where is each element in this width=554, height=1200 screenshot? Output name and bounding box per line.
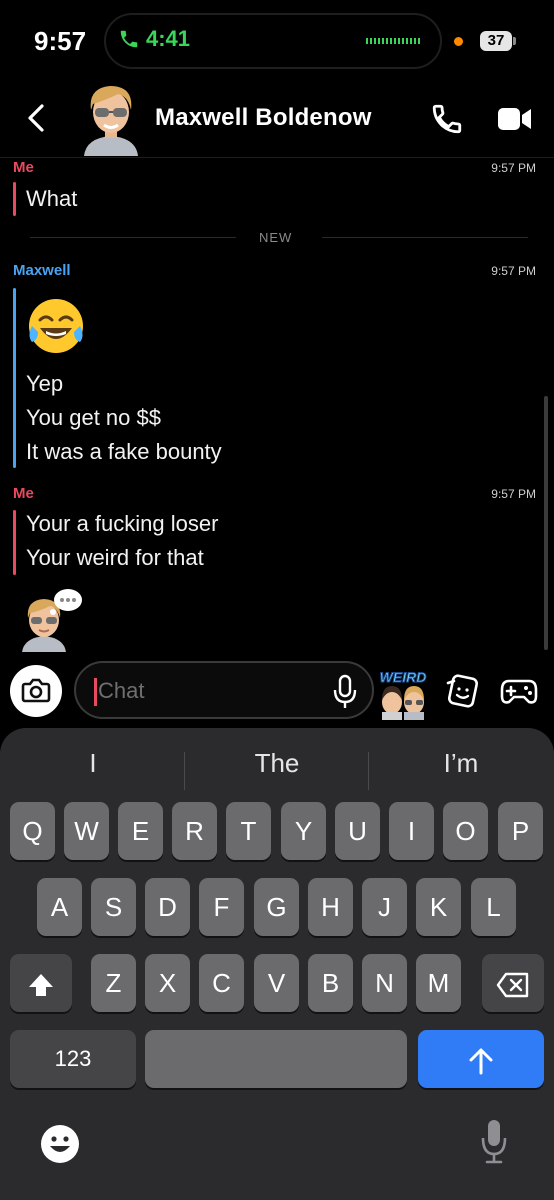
divider-line: [322, 237, 528, 238]
game-controller-icon[interactable]: [500, 674, 538, 708]
message-list[interactable]: Me 9:57 PM What NEW Maxwell 9:57 PM Yep …: [0, 158, 554, 652]
sticker-text: WEIRD: [380, 669, 427, 685]
call-duration: 4:41: [146, 26, 191, 51]
message-text[interactable]: It was a fake bounty: [26, 439, 222, 465]
battery-tip: [513, 37, 516, 45]
face-with-tears-of-joy-icon[interactable]: [26, 296, 86, 356]
key-g[interactable]: G: [254, 878, 299, 936]
active-call-indicator[interactable]: 4:41: [118, 26, 190, 52]
sticker-icon[interactable]: [444, 673, 480, 709]
numbers-key[interactable]: 123: [10, 1030, 136, 1088]
key-z[interactable]: Z: [91, 954, 136, 1012]
sender-label: Me: [13, 159, 34, 176]
chevron-left-icon[interactable]: [22, 98, 52, 138]
suggestion-divider: [184, 752, 185, 790]
dictation-microphone-icon[interactable]: [480, 1118, 508, 1166]
chat-input-bar: WEIRD: [0, 652, 554, 728]
arrow-up-icon: [469, 1048, 493, 1075]
camera-icon: [21, 678, 51, 703]
sender-bar: [13, 288, 16, 468]
sender-label: Maxwell: [13, 262, 71, 279]
mic-in-use-indicator: [454, 37, 463, 46]
predictive-text-bar: I The I’m: [0, 738, 554, 790]
chat-input[interactable]: [98, 675, 318, 707]
sender-bar: [13, 182, 16, 216]
suggestion-3[interactable]: I’m: [386, 748, 536, 779]
key-v[interactable]: V: [254, 954, 299, 1012]
key-q[interactable]: Q: [10, 802, 55, 860]
key-r[interactable]: R: [172, 802, 217, 860]
message-text[interactable]: Your a fucking loser: [26, 511, 218, 537]
message-text[interactable]: Your weird for that: [26, 545, 204, 571]
key-h[interactable]: H: [308, 878, 353, 936]
key-j[interactable]: J: [362, 878, 407, 936]
typing-bitmoji-icon: [22, 589, 82, 652]
keyboard: I The I’m Q W E R T Y U I O P A S D F G …: [0, 728, 554, 1200]
send-key[interactable]: [418, 1030, 544, 1088]
key-n[interactable]: N: [362, 954, 407, 1012]
sender-label: Me: [13, 485, 34, 502]
key-b[interactable]: B: [308, 954, 353, 1012]
scrollbar[interactable]: [544, 396, 548, 650]
key-d[interactable]: D: [145, 878, 190, 936]
phone-icon[interactable]: [429, 102, 465, 136]
message-text[interactable]: Yep: [26, 371, 63, 397]
text-cursor: [94, 678, 97, 706]
key-u[interactable]: U: [335, 802, 380, 860]
status-bar: 9:57 4:41 37: [0, 0, 554, 84]
suggestion-1[interactable]: I: [18, 748, 168, 779]
backspace-key[interactable]: [482, 954, 544, 1012]
key-p[interactable]: P: [498, 802, 543, 860]
key-s[interactable]: S: [91, 878, 136, 936]
contact-name[interactable]: Maxwell Boldenow: [155, 104, 372, 132]
key-f[interactable]: F: [199, 878, 244, 936]
status-time: 9:57: [34, 26, 87, 56]
sender-bar: [13, 510, 16, 575]
battery-icon: 37: [480, 31, 512, 51]
key-x[interactable]: X: [145, 954, 190, 1012]
key-a[interactable]: A: [37, 878, 82, 936]
chat-field[interactable]: [74, 661, 374, 719]
key-t[interactable]: T: [226, 802, 271, 860]
key-k[interactable]: K: [416, 878, 461, 936]
shift-icon: [29, 974, 53, 997]
key-m[interactable]: M: [416, 954, 461, 1012]
audio-waveform-icon: [366, 38, 422, 44]
key-e[interactable]: E: [118, 802, 163, 860]
phone-icon: [120, 30, 138, 48]
message-text[interactable]: You get no $$: [26, 405, 161, 431]
backspace-icon: [496, 972, 529, 998]
camera-button[interactable]: [10, 665, 62, 717]
weird-bitmoji-sticker-icon[interactable]: WEIRD: [378, 668, 428, 720]
shift-key[interactable]: [10, 954, 72, 1012]
suggestion-divider: [368, 752, 369, 790]
message-text[interactable]: What: [26, 186, 77, 212]
chat-header: Maxwell Boldenow: [0, 76, 554, 158]
key-w[interactable]: W: [64, 802, 109, 860]
key-i[interactable]: I: [389, 802, 434, 860]
microphone-icon[interactable]: [332, 674, 358, 710]
key-o[interactable]: O: [443, 802, 488, 860]
message-time: 9:57 PM: [491, 161, 536, 175]
emoji-icon[interactable]: [40, 1124, 80, 1164]
key-c[interactable]: C: [199, 954, 244, 1012]
avatar[interactable]: [76, 80, 146, 156]
divider-line: [30, 237, 236, 238]
video-camera-icon[interactable]: [496, 104, 534, 134]
suggestion-2[interactable]: The: [202, 748, 352, 779]
key-y[interactable]: Y: [281, 802, 326, 860]
key-l[interactable]: L: [471, 878, 516, 936]
new-divider-label: NEW: [259, 230, 293, 245]
message-time: 9:57 PM: [491, 264, 536, 278]
space-key[interactable]: [145, 1030, 407, 1088]
message-time: 9:57 PM: [491, 487, 536, 501]
